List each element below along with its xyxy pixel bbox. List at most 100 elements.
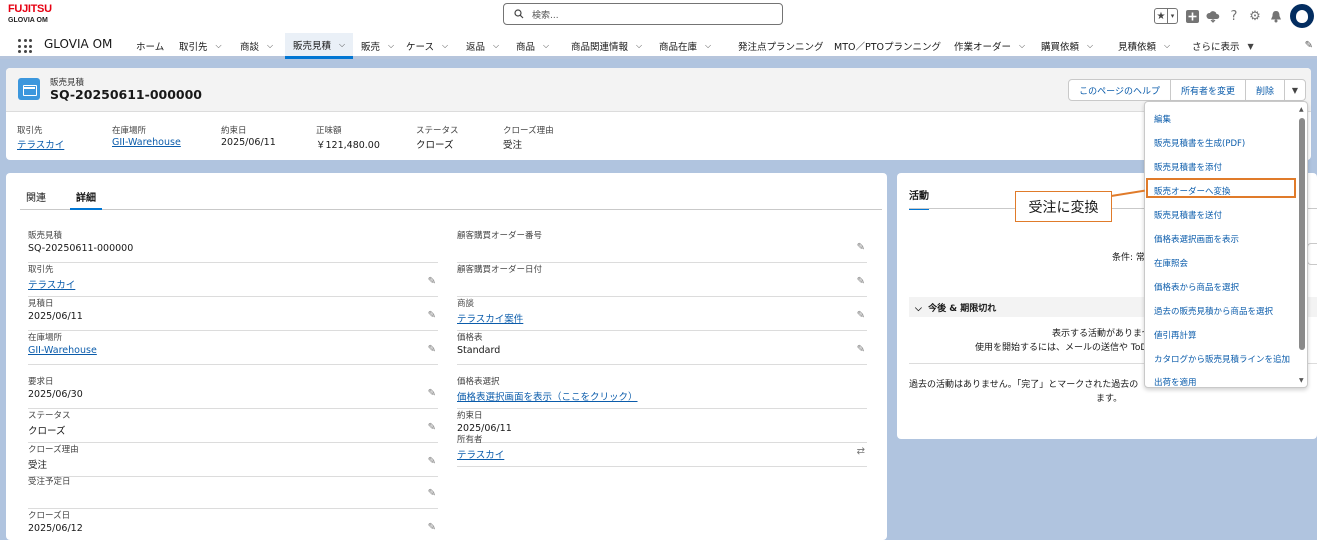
nav-item[interactable]: ケース ⌵ <box>398 33 458 59</box>
chevron-down-icon[interactable]: ⌵ <box>705 41 711 51</box>
chevron-down-icon[interactable]: ⌵ <box>1164 41 1170 51</box>
detail-field: クローズ日 2025/06/12 ✎ <box>28 509 438 540</box>
field-value[interactable]: テラスカイ <box>457 447 504 461</box>
highlight-field: 在庫場所 GII-Warehouse <box>112 124 221 151</box>
chevron-down-icon[interactable]: ⌵ <box>1087 41 1093 51</box>
nav-item[interactable]: 販売 ⌵ <box>353 33 398 59</box>
nav-item[interactable]: 商談 ⌵ <box>232 33 285 59</box>
tab-activity[interactable]: 活動 <box>909 187 929 210</box>
edit-pencil-icon[interactable]: ✎ <box>428 276 436 287</box>
chevron-down-icon[interactable]: ⌵ <box>493 41 499 51</box>
app-name: GLOVIA OM <box>44 37 113 51</box>
global-search-input[interactable]: 検索... <box>503 3 783 25</box>
fujitsu-logo[interactable]: FUJITSU GLOVIA OM <box>8 3 52 29</box>
edit-pencil-icon[interactable]: ✎ <box>857 242 865 253</box>
field-label: クローズ日 <box>28 511 71 521</box>
chevron-down-icon[interactable]: ▼ <box>1248 42 1254 51</box>
nav-item-label: ホーム <box>136 42 165 53</box>
field-value: 受注 <box>28 460 48 471</box>
nav-item[interactable]: 取引先 ⌵ <box>171 33 232 59</box>
chevron-down-icon[interactable]: ⌵ <box>1019 41 1025 51</box>
logo-brand: FUJITSU <box>8 3 52 15</box>
edit-pencil-icon[interactable]: ✎ <box>857 276 865 287</box>
menu-item[interactable]: 編集 <box>1154 113 1171 125</box>
scroll-thumb[interactable] <box>1299 118 1305 350</box>
gear-icon[interactable]: ⚙ <box>1248 9 1262 24</box>
plus-icon[interactable] <box>1185 9 1199 23</box>
menu-item[interactable]: 価格表選択画面を表示 <box>1154 233 1239 245</box>
help-icon[interactable]: ? <box>1227 9 1241 24</box>
menu-item[interactable]: 在庫照会 <box>1154 257 1188 269</box>
nav-item[interactable]: 商品 ⌵ <box>508 33 563 59</box>
detail-field: 価格表選択 価格表選択画面を表示（ここをクリック） <box>457 375 867 409</box>
menu-item[interactable]: 過去の販売見積から商品を選択 <box>1154 305 1273 317</box>
edit-pencil-icon[interactable]: ✎ <box>428 344 436 355</box>
chevron-down-icon[interactable]: ⌵ <box>543 41 549 51</box>
scroll-up-icon[interactable]: ▲ <box>1299 106 1304 113</box>
chevron-down-icon[interactable]: ⌵ <box>339 40 345 50</box>
change-owner-icon[interactable]: ⇄ <box>857 446 865 457</box>
chevron-down-icon[interactable]: ⌵ <box>636 41 642 51</box>
nav-item[interactable]: 商品関連情報 ⌵ <box>563 33 651 59</box>
highlight-label: クローズ理由 <box>503 126 554 136</box>
star-icon[interactable]: ★ <box>1155 9 1167 23</box>
field-value[interactable]: テラスカイ <box>28 277 75 291</box>
menu-item[interactable]: 販売見積書を生成(PDF) <box>1154 137 1245 149</box>
avatar[interactable] <box>1290 4 1314 28</box>
field-value[interactable]: 価格表選択画面を表示（ここをクリック） <box>457 389 638 403</box>
nav-item[interactable]: 返品 ⌵ <box>458 33 508 59</box>
nav-item[interactable]: さらに表示 ▼ <box>1184 33 1254 59</box>
favorites-button[interactable]: ★ ▾ <box>1154 8 1178 24</box>
cloud-icon[interactable] <box>1206 9 1220 23</box>
nav-item[interactable]: 商品在庫 ⌵ <box>651 33 730 59</box>
nav-item[interactable]: 販売見積 ⌵ <box>285 33 353 59</box>
nav-item[interactable]: MTO／PTOプランニング <box>826 33 946 59</box>
detail-field: 販売見積 SQ-20250611-000000 <box>28 229 438 263</box>
nav-item-label: 販売見積 <box>293 40 332 52</box>
more-actions-dropdown[interactable]: ▼ <box>1284 79 1306 101</box>
edit-pencil-icon[interactable]: ✎ <box>428 456 436 467</box>
tab-related[interactable]: 関連 <box>20 185 52 210</box>
chevron-down-icon[interactable]: ▾ <box>1167 9 1177 23</box>
nav-item[interactable]: 発注点プランニング <box>730 33 826 59</box>
field-label: 要求日 <box>28 377 54 387</box>
menu-item[interactable]: 販売見積書を添付 <box>1154 161 1222 173</box>
help-page-button[interactable]: このページのヘルプ <box>1068 79 1171 101</box>
scroll-down-icon[interactable]: ▼ <box>1299 377 1304 384</box>
edit-pencil-icon[interactable]: ✎ <box>428 388 436 399</box>
field-value[interactable]: テラスカイ案件 <box>457 311 523 325</box>
menu-item[interactable]: 出荷を適用 <box>1154 376 1197 387</box>
nav-item[interactable]: ホーム <box>128 33 171 59</box>
highlight-label: 取引先 <box>17 126 43 136</box>
chevron-down-icon[interactable]: ⌵ <box>388 41 394 51</box>
activity-filter-button[interactable] <box>1307 243 1317 265</box>
delete-button[interactable]: 削除 <box>1244 79 1285 101</box>
edit-pencil-icon[interactable]: ✎ <box>857 344 865 355</box>
nav-item[interactable]: 見積依頼 ⌵ <box>1110 33 1184 59</box>
highlight-value[interactable]: GII-Warehouse <box>112 137 221 148</box>
field-value[interactable]: GII-Warehouse <box>28 345 97 356</box>
edit-pencil-icon[interactable]: ✎ <box>428 522 436 533</box>
edit-pencil-icon[interactable]: ✎ <box>857 310 865 321</box>
chevron-down-icon[interactable]: ⌵ <box>442 41 448 51</box>
tab-details[interactable]: 詳細 <box>70 185 102 210</box>
edit-pencil-icon[interactable]: ✎ <box>428 488 436 499</box>
field-value: SQ-20250611-000000 <box>28 243 134 254</box>
chevron-down-icon[interactable]: ⌵ <box>216 41 222 51</box>
edit-nav-icon[interactable]: ✎ <box>1305 40 1313 51</box>
change-owner-button[interactable]: 所有者を変更 <box>1169 79 1246 101</box>
nav-item[interactable]: 購買依頼 ⌵ <box>1033 33 1110 59</box>
menu-item[interactable]: 価格表から商品を選択 <box>1154 281 1239 293</box>
nav-item[interactable]: 作業オーダー ⌵ <box>946 33 1033 59</box>
menu-item[interactable]: 値引再計算 <box>1154 329 1197 341</box>
menu-item[interactable]: カタログから販売見積ラインを追加 <box>1154 353 1290 365</box>
bell-icon[interactable] <box>1269 9 1283 23</box>
edit-pencil-icon[interactable]: ✎ <box>428 422 436 433</box>
highlight-value[interactable]: テラスカイ <box>17 137 112 151</box>
menu-item[interactable]: 販売見積書を送付 <box>1154 209 1222 221</box>
menu-scrollbar[interactable]: ▲ ▼ <box>1298 106 1306 384</box>
app-launcher-icon[interactable] <box>18 39 32 53</box>
nav-item-label: 返品 <box>466 42 486 53</box>
chevron-down-icon[interactable]: ⌵ <box>267 41 273 51</box>
edit-pencil-icon[interactable]: ✎ <box>428 310 436 321</box>
